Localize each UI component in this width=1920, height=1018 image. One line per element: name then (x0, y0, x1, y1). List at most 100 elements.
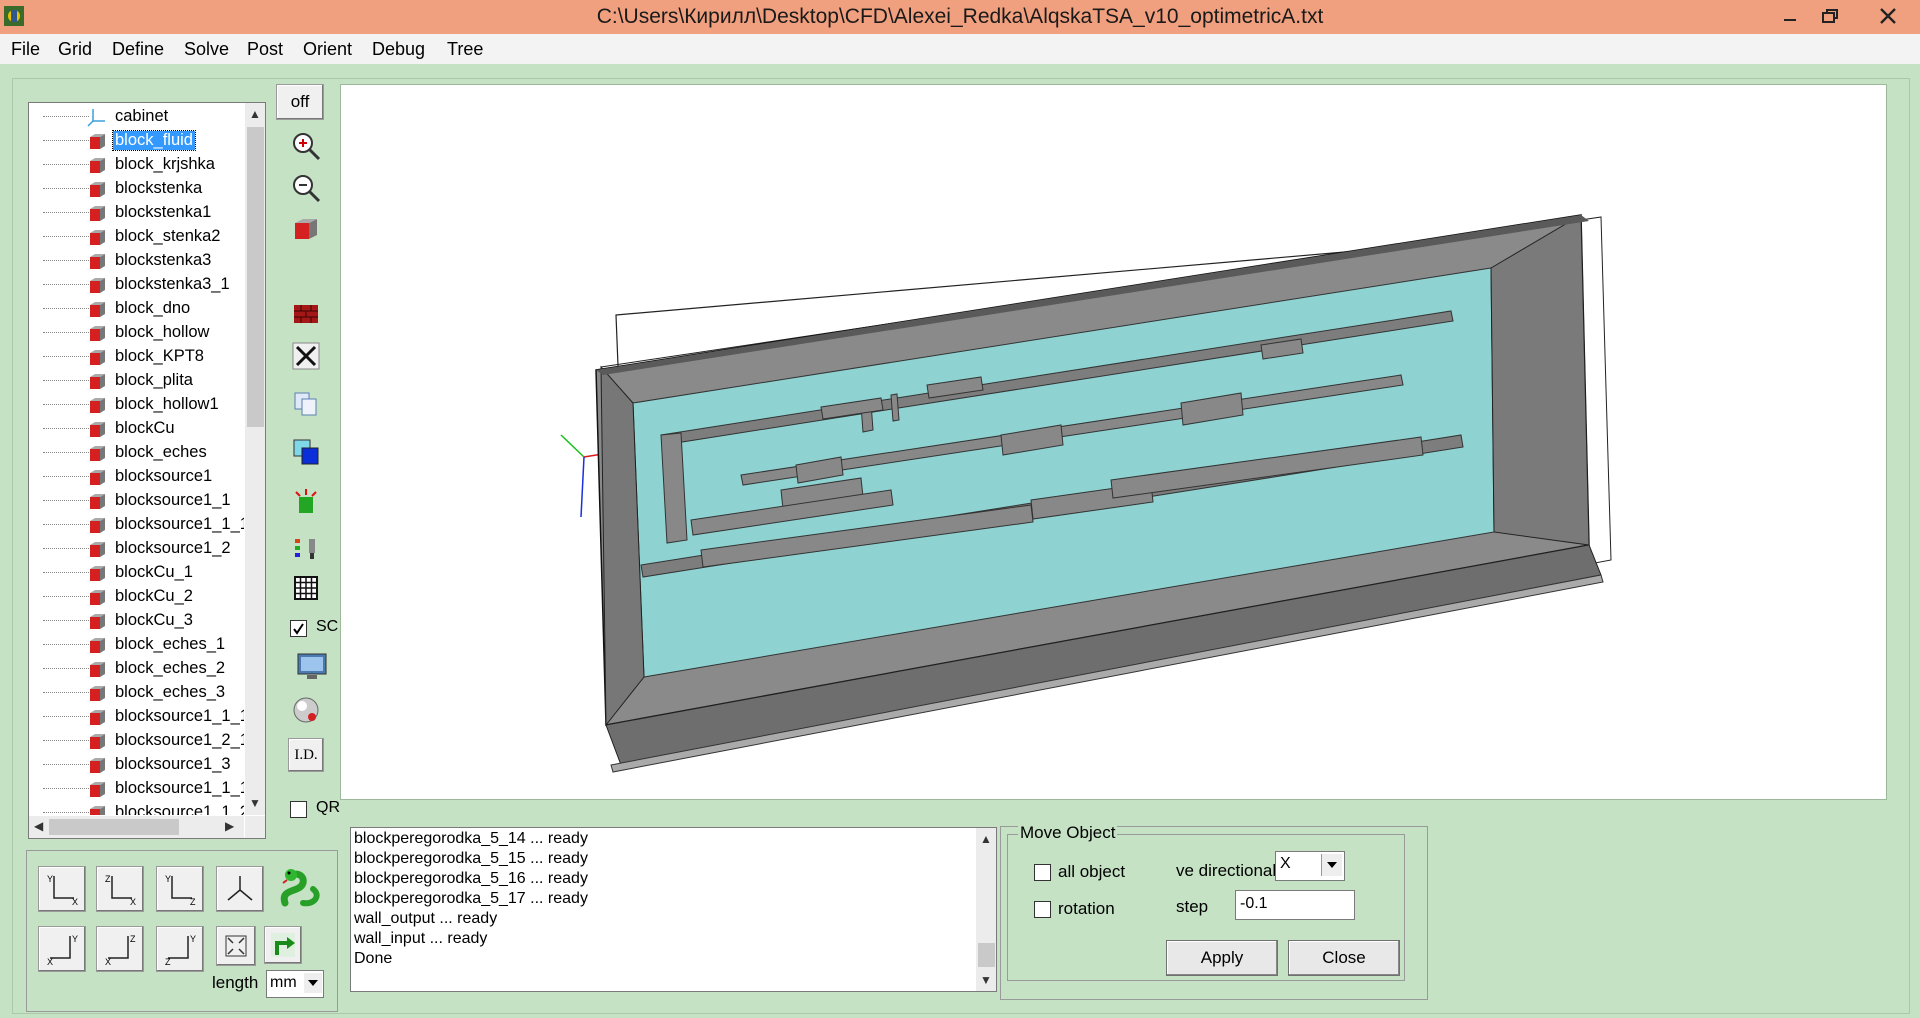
menu-grid[interactable]: Grid (58, 39, 92, 60)
fit-view-button[interactable] (216, 926, 256, 966)
menu-post[interactable]: Post (247, 39, 283, 60)
tree-item[interactable]: blockCu_1 (29, 561, 244, 585)
block-icon (90, 158, 105, 173)
tree-item[interactable]: blockCu_3 (29, 609, 244, 633)
tree-vertical-scrollbar[interactable]: ▲ ▼ (245, 103, 265, 815)
log-scrollbar[interactable]: ▲ ▼ (976, 828, 996, 991)
block-icon (90, 446, 105, 461)
log-scroll-thumb[interactable] (978, 943, 995, 967)
rotation-checkbox[interactable] (1034, 901, 1051, 918)
block-icon (90, 662, 105, 677)
tree-item-label: block_eches_1 (115, 635, 226, 653)
python-button[interactable] (274, 862, 326, 914)
tree-item[interactable]: block_eches_1 (29, 633, 244, 657)
tree-item[interactable]: blocksource1_2 (29, 537, 244, 561)
source-button[interactable] (288, 484, 324, 520)
hscroll-thumb[interactable] (49, 819, 179, 835)
step-input[interactable]: -0.1 (1235, 890, 1355, 920)
brick-button[interactable] (288, 296, 324, 332)
tree-item[interactable]: blocksource1_3 (29, 753, 244, 777)
close-button[interactable] (1860, 0, 1916, 32)
tree-item[interactable]: blockstenka (29, 177, 244, 201)
color-button[interactable] (288, 434, 324, 470)
all-object-checkbox[interactable] (1034, 864, 1051, 881)
tree-item[interactable]: block_stenka2 (29, 225, 244, 249)
off-button[interactable]: off (276, 84, 324, 120)
tree-item[interactable]: blocksource1_2_1 (29, 729, 244, 753)
block-view-button[interactable] (288, 212, 324, 248)
tree-item[interactable]: blockCu_2 (29, 585, 244, 609)
tree-item[interactable]: block_hollow (29, 321, 244, 345)
minimize-button[interactable] (1770, 0, 1810, 32)
menu-orient[interactable]: Orient (303, 39, 352, 60)
length-unit-select[interactable]: mm (266, 970, 324, 998)
zoom-out-button[interactable] (288, 170, 324, 206)
tree-item-label: blockCu (115, 419, 175, 437)
menu-file[interactable]: File (11, 39, 40, 60)
scroll-up-icon[interactable]: ▲ (980, 832, 992, 846)
menu-solve[interactable]: Solve (184, 39, 229, 60)
output-log[interactable]: blockperegorodka_5_14 ... ready blockper… (350, 827, 997, 992)
sc-checkbox[interactable] (290, 620, 307, 637)
scroll-down-icon[interactable]: ▼ (980, 973, 992, 987)
view-neg-xy-button[interactable]: YX (38, 926, 86, 972)
menu-debug[interactable]: Debug (372, 39, 425, 60)
tree-item[interactable]: blockstenka3_1 (29, 273, 244, 297)
id-button[interactable]: I.D. (288, 738, 324, 772)
tree-item-label: blocksource1_3 (115, 755, 231, 773)
tree-horizontal-scrollbar[interactable]: ◀ ▶ (29, 816, 244, 838)
view-neg-zx-button[interactable]: ZX (96, 926, 144, 972)
unit-dropdown-button[interactable] (304, 973, 322, 993)
scroll-right-icon[interactable]: ▶ (225, 819, 234, 833)
tree-item[interactable]: block_eches_2 (29, 657, 244, 681)
tree-item[interactable]: block_hollow1 (29, 393, 244, 417)
tree-item[interactable]: block_fluid (29, 129, 244, 153)
tree-root[interactable]: cabinet (29, 105, 244, 129)
menu-define[interactable]: Define (112, 39, 164, 60)
tree-item[interactable]: blocksource1_1_1_1 (29, 777, 244, 801)
tree-item[interactable]: block_dno (29, 297, 244, 321)
direction-select[interactable]: X (1275, 851, 1345, 881)
tree-item[interactable]: blockstenka3 (29, 249, 244, 273)
return-button[interactable] (264, 926, 302, 964)
object-tree[interactable]: cabinet block_fluid block_krjshka blockste… (28, 102, 266, 839)
zoom-in-button[interactable] (288, 128, 324, 164)
view-xy-button[interactable]: YX (38, 866, 86, 912)
scroll-up-icon[interactable]: ▲ (249, 107, 261, 121)
tree-item[interactable]: block_krjshka (29, 153, 244, 177)
copy-button[interactable] (288, 386, 324, 422)
view-iso-button[interactable] (216, 866, 264, 912)
tree-item[interactable]: block_KPT8 (29, 345, 244, 369)
tree-item-label: blocksource1_1_1 (115, 515, 244, 533)
apply-button[interactable]: Apply (1166, 940, 1278, 976)
monitor-button[interactable] (294, 648, 330, 684)
view-zx-button[interactable]: ZX (96, 866, 144, 912)
tree-item[interactable]: block_plita (29, 369, 244, 393)
tree-item[interactable]: block_eches_3 (29, 681, 244, 705)
tree-item[interactable]: blocksource1_1_1_1 (29, 705, 244, 729)
close-panel-button[interactable]: Close (1288, 940, 1400, 976)
tree-item[interactable]: blocksource1_1_1 (29, 513, 244, 537)
grid-button[interactable] (288, 570, 324, 606)
view-neg-yz-button[interactable]: YZ (156, 926, 204, 972)
scroll-thumb[interactable] (247, 127, 264, 427)
viewport-3d[interactable] (340, 84, 1887, 800)
menu-tree[interactable]: Tree (447, 39, 483, 60)
tree-item[interactable]: blocksource1 (29, 465, 244, 489)
view-yz-button[interactable]: YZ (156, 866, 204, 912)
restore-button[interactable] (1810, 0, 1850, 32)
tree-item[interactable]: blockCu (29, 417, 244, 441)
render-button[interactable] (288, 692, 324, 728)
delete-button[interactable] (288, 338, 324, 374)
tree-item[interactable]: blocksource1_1 (29, 489, 244, 513)
dropdown-button[interactable] (1321, 854, 1342, 876)
palette-button[interactable] (288, 530, 324, 566)
tree-item-label: block_KPT8 (115, 347, 204, 365)
qr-checkbox[interactable] (290, 801, 307, 818)
step-label: step (1176, 897, 1209, 916)
tree-item[interactable]: block_eches (29, 441, 244, 465)
scroll-left-icon[interactable]: ◀ (34, 819, 43, 833)
tree-item[interactable]: blockstenka1 (29, 201, 244, 225)
tree-item[interactable]: blocksource1_1_2 (29, 801, 244, 815)
scroll-down-icon[interactable]: ▼ (249, 796, 261, 810)
